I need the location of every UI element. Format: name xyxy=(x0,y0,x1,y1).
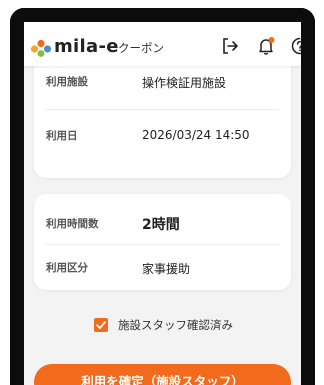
category-label: 利用区分 xyxy=(46,262,88,274)
bell-icon[interactable] xyxy=(256,36,276,56)
staff-confirmed-label[interactable]: 施設スタッフ確認済み xyxy=(118,318,233,333)
divider xyxy=(46,109,279,110)
category-value: 家事援助 xyxy=(142,262,191,276)
staff-confirmed-checkbox[interactable] xyxy=(94,318,108,332)
notification-dot xyxy=(268,37,275,43)
logout-icon[interactable] xyxy=(220,36,240,56)
facility-value: 操作検証用施設 xyxy=(142,76,227,90)
help-icon[interactable] xyxy=(290,36,301,56)
divider xyxy=(46,244,279,245)
confirm-usage-button[interactable]: 利用を確定（施設スタッフ） xyxy=(34,364,291,385)
phone-frame: mila-e クーポン 利用施設 操作検証用施設 利用日 2026/03/24 … xyxy=(0,0,324,385)
hours-label: 利用時間数 xyxy=(46,218,99,230)
date-value: 2026/03/24 14:50 xyxy=(142,128,250,142)
usage-info-card: 利用施設 操作検証用施設 利用日 2026/03/24 14:50 xyxy=(34,48,291,178)
mila-e-logo-icon xyxy=(30,39,52,57)
facility-label: 利用施設 xyxy=(46,76,88,88)
phone-bezel-left xyxy=(10,8,24,385)
hours-value: 2時間 xyxy=(142,217,180,233)
page-subtitle: クーポン xyxy=(118,41,164,55)
brand-name: mila-e xyxy=(54,36,119,57)
date-label: 利用日 xyxy=(46,130,78,142)
staff-confirmation: 施設スタッフ確認済み xyxy=(24,318,301,336)
phone-bezel-right xyxy=(301,8,315,385)
app-screen: mila-e クーポン 利用施設 操作検証用施設 利用日 2026/03/24 … xyxy=(24,22,301,385)
app-header: mila-e クーポン xyxy=(24,22,301,66)
usage-detail-card: 利用時間数 2時間 利用区分 家事援助 xyxy=(34,194,291,290)
